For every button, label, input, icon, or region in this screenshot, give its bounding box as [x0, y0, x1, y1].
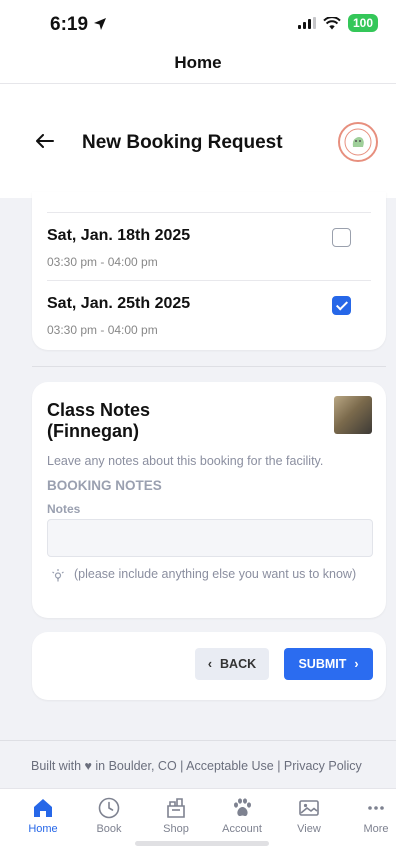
- home-icon: [34, 799, 52, 817]
- submit-button-label: SUBMIT: [298, 657, 347, 671]
- session-checkbox[interactable]: [332, 228, 351, 247]
- footer-text[interactable]: Built with ♥ in Boulder, CO | Acceptable…: [31, 759, 362, 773]
- dog-logo-icon: [344, 128, 372, 156]
- image-icon: [299, 800, 319, 816]
- home-indicator: [135, 841, 269, 846]
- actions-card: ‹ BACK SUBMIT ›: [32, 632, 386, 700]
- notes-input[interactable]: [47, 519, 373, 557]
- tab-label: Book: [96, 823, 122, 835]
- page-title: New Booking Request: [82, 132, 283, 153]
- session-time: 03:30 pm - 04:00 pm: [47, 323, 158, 337]
- wifi-icon: [323, 16, 341, 29]
- session-row[interactable]: Sat, Jan. 18th 2025 03:30 pm - 04:00 pm: [47, 212, 371, 282]
- chevron-left-icon: ‹: [207, 657, 213, 671]
- tab-shop[interactable]: Shop: [146, 797, 206, 835]
- session-date: Sat, Jan. 25th 2025: [47, 295, 191, 312]
- back-arrow-icon[interactable]: [36, 128, 54, 154]
- tab-account[interactable]: Account: [212, 797, 272, 835]
- tab-view[interactable]: View: [279, 797, 339, 835]
- notes-hint: (please include anything else you want u…: [74, 567, 357, 581]
- tab-bar: Home Book Shop Account View More: [0, 788, 396, 850]
- signal-icon: [297, 17, 316, 29]
- notes-field-label: Notes: [47, 502, 81, 516]
- app-header: Home: [0, 48, 396, 84]
- back-button-label: BACK: [220, 657, 257, 671]
- notes-description: Leave any notes about this booking for t…: [47, 454, 324, 468]
- pet-avatar: [334, 396, 372, 434]
- tab-book[interactable]: Book: [79, 797, 139, 835]
- tab-label: View: [297, 823, 321, 835]
- footer: Built with ♥ in Boulder, CO | Acceptable…: [0, 740, 396, 788]
- tab-label: Shop: [163, 823, 189, 835]
- notes-title: Class Notes (Finnegan): [47, 400, 151, 441]
- location-arrow-icon: [94, 18, 107, 30]
- paw-icon: [234, 798, 251, 817]
- facility-logo: [338, 122, 378, 162]
- session-row[interactable]: Sat, Jan. 25th 2025 03:30 pm - 04:00 pm: [47, 280, 371, 350]
- status-time-text: 6:19: [50, 14, 89, 35]
- app-title: Home: [174, 53, 222, 72]
- session-date: Sat, Jan. 18th 2025: [47, 227, 191, 244]
- shop-icon: [167, 798, 185, 818]
- tab-label: More: [363, 823, 389, 835]
- booking-content[interactable]: Sat, Jan. 18th 2025 03:30 pm - 04:00 pm …: [0, 192, 396, 740]
- section-divider: [32, 366, 386, 367]
- class-notes-card: Class Notes (Finnegan) Leave any notes a…: [32, 382, 386, 618]
- tab-label: Home: [28, 823, 58, 835]
- clock-icon: [98, 797, 120, 819]
- submit-button[interactable]: SUBMIT ›: [284, 648, 373, 680]
- more-icon: [368, 806, 384, 810]
- tab-more[interactable]: More: [346, 797, 396, 835]
- tab-label: Account: [222, 823, 262, 835]
- session-checkbox-checked[interactable]: [332, 296, 351, 315]
- chevron-right-icon: ›: [354, 657, 359, 671]
- session-time: 03:30 pm - 04:00 pm: [47, 255, 158, 269]
- tab-home[interactable]: Home: [13, 797, 73, 835]
- status-icons: 100: [297, 14, 378, 32]
- battery-badge: 100: [347, 14, 378, 32]
- booking-notes-label: BOOKING NOTES: [47, 478, 162, 493]
- status-bar: 6:19 100: [0, 0, 396, 48]
- status-time: 6:19: [50, 14, 107, 36]
- back-button[interactable]: ‹ BACK: [195, 648, 269, 680]
- page-header: New Booking Request: [0, 84, 396, 198]
- lightbulb-icon: [51, 568, 65, 585]
- sessions-card: Sat, Jan. 18th 2025 03:30 pm - 04:00 pm …: [32, 192, 386, 350]
